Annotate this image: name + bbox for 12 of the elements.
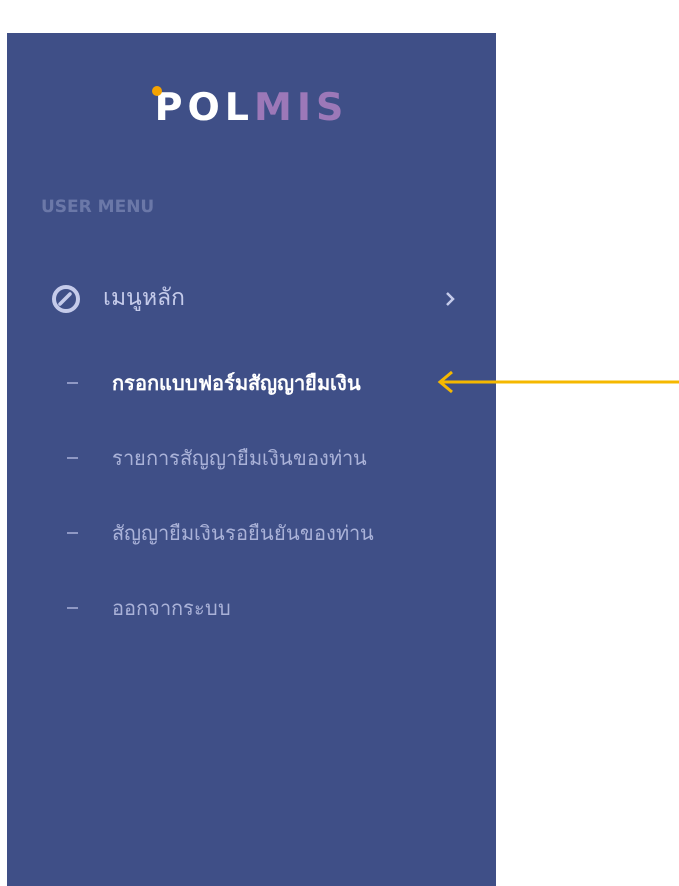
logo: POL MIS (154, 87, 348, 127)
menu-item[interactable]: เมนูหลัก (7, 278, 496, 318)
dash-icon (67, 382, 78, 384)
submenu-link[interactable]: สัญญายืมเงินรอยืนยันของท่าน (7, 518, 496, 548)
submenu-link[interactable]: รายการสัญญายืมเงินของท่าน (7, 442, 496, 472)
chevron-icon (444, 290, 456, 306)
submenu-link[interactable]: ออกจากระบบ (7, 592, 496, 622)
gauge-icon (51, 284, 81, 314)
submenu-link[interactable]: กรอกแบบฟอร์มสัญญายืมเงิน (7, 368, 496, 398)
dash-icon (67, 456, 78, 458)
dash-icon (67, 606, 78, 608)
dash-icon (67, 532, 78, 534)
